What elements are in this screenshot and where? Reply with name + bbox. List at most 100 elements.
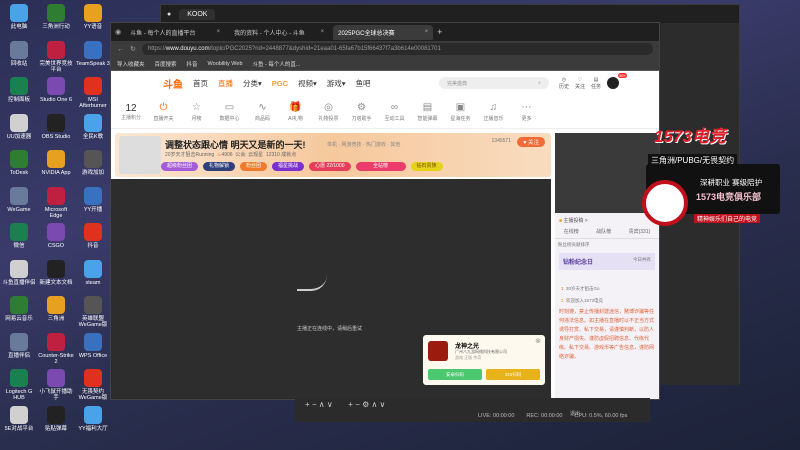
desktop-icon[interactable]: ToDesk [1, 150, 37, 176]
desktop-icon[interactable]: YY开播 [75, 186, 111, 213]
profile-icon[interactable]: ● [167, 11, 171, 18]
toolbar-item[interactable]: ⏻ 直播开关 [147, 102, 180, 122]
desktop-icon[interactable]: 贴贴弹幕 [38, 405, 74, 432]
nav-item[interactable]: 首页 [193, 78, 208, 89]
rank-item[interactable]: 2 欢迎加入1573电竞 [555, 292, 659, 304]
toolbar-item[interactable]: ▭ 数据中心 [213, 102, 246, 122]
desktop-icon[interactable]: 抖音 [75, 223, 111, 249]
bookmark[interactable]: 斗鱼 - 每个人的直... [253, 60, 301, 68]
badge[interactable]: 钻石贵族 [410, 162, 443, 171]
douyu-logo[interactable]: 斗鱼 [163, 76, 183, 91]
desktop-icon[interactable]: Logitech G HUB [1, 369, 37, 401]
nav-item[interactable]: 直播 [218, 78, 233, 89]
desktop-icon[interactable]: Counter-Strike 2 [38, 332, 74, 365]
desktop-icon[interactable]: WeGame [1, 186, 37, 213]
desktop-icon[interactable]: Studio One 6 [38, 77, 74, 103]
badge[interactable]: 礼物解锁 [203, 162, 236, 171]
desktop-icon[interactable]: steam [75, 259, 111, 286]
close-icon[interactable]: × [217, 29, 221, 35]
desktop-icon[interactable]: 网易云音乐 [1, 296, 37, 322]
toolbar-item[interactable]: ∿ 商品码 [246, 102, 279, 122]
tab-online-rank[interactable]: 在线榜 [564, 228, 579, 235]
bookmark[interactable]: Woobility Web [208, 61, 243, 67]
address-bar[interactable]: https://www.douyu.com/topic/PGC2025?rid=… [141, 43, 653, 55]
nav-item[interactable]: 游戏▾ [327, 78, 346, 89]
toolbar-item[interactable]: ▣ 星海任务 [444, 102, 477, 122]
desktop-icon[interactable]: 小飞鼠开播助手 [38, 369, 74, 401]
event-banner[interactable]: 钻粉纪念日 今日共有 [559, 253, 655, 270]
desktop-icon[interactable]: UU加速器 [1, 113, 37, 140]
video-player[interactable]: 主播正在连线中，请稍后重试 龙神之光 广州八九游网络科技有限公司 游戏 正版 传… [111, 179, 551, 399]
desktop-icon[interactable]: 微信 [1, 223, 37, 249]
desktop-icon[interactable]: 回收站 [1, 40, 37, 67]
tab-vip[interactable]: 贵宾(331) [629, 228, 651, 235]
close-icon[interactable]: × [425, 29, 429, 35]
desktop-icon[interactable]: 三角洲 [38, 296, 74, 322]
desktop-icon[interactable]: 斗鱼直播伴侣 [1, 259, 37, 286]
desktop-icon[interactable]: NVIDIA App [38, 150, 74, 176]
close-icon[interactable]: ⊗ [535, 337, 541, 345]
desktop-icon[interactable]: YY语音 [75, 4, 111, 30]
badge[interactable]: 粉丝团 [240, 162, 268, 171]
tab-pgc[interactable]: 2025PGC全球总决赛 × [333, 24, 434, 40]
rank-item[interactable]: 1 20岁天才狙击Go [555, 272, 659, 292]
tab-kook[interactable]: KOOK [179, 8, 216, 20]
desktop-icon[interactable]: 英雄联盟WeGame版 [75, 296, 111, 328]
badge[interactable]: 福星挑战 [272, 162, 305, 171]
nav-item[interactable]: PGC [272, 79, 288, 88]
desktop-icon[interactable]: 控制面板 [1, 77, 37, 103]
nav-item[interactable]: 鱼吧 [356, 78, 371, 89]
desktop-icon[interactable]: 新建文本文档 [38, 259, 74, 286]
toolbar-item[interactable]: ♫ 正版音乐 [477, 102, 510, 122]
desktop-icon[interactable]: 三角洲行动 [38, 4, 74, 30]
streamer-name[interactable]: 20岁天才狙击Running [165, 152, 214, 158]
desktop-icon[interactable]: 5E对战平台 [1, 405, 37, 432]
avatar[interactable]: 99+ [607, 72, 627, 89]
badge[interactable]: 心愿 22/1000 [309, 162, 351, 171]
desktop-icon[interactable]: TeamSpeak 3 [75, 40, 111, 67]
badge[interactable]: 全站榜 [355, 162, 406, 171]
toolbar-item[interactable]: ∞ 互动工具 [378, 102, 411, 122]
obs-scene-buttons[interactable]: + − ∧ ∨ + − ⚙ ∧ ∨ [295, 398, 650, 411]
search-input[interactable]: 完美盛典 ⌕ [438, 77, 549, 89]
history-button[interactable]: ◷ 历史 [559, 77, 569, 90]
desktop-icon[interactable]: 完美世界竞技平台 [38, 40, 74, 73]
desktop-icon[interactable]: 游戏加加 [75, 150, 111, 176]
stream-category[interactable]: 单机 · 网游竞技 · 热门游戏 · 其他 [327, 141, 400, 148]
tab-team-rank[interactable]: 战队榜 [596, 228, 611, 235]
desktop-icon[interactable]: YY福利大厅 [75, 405, 111, 432]
badge[interactable]: 超级粉丝团 [161, 162, 199, 171]
toolbar-item[interactable]: ◎ 礼物投票 [312, 102, 345, 122]
desktop-icon[interactable]: MSI Afterburner [75, 77, 111, 109]
follow-button[interactable]: ♥ 关注 [517, 137, 545, 147]
desktop-icon[interactable]: 全民K歌 [75, 113, 111, 140]
bookmark[interactable]: 导入收藏夹 [117, 60, 145, 68]
desktop-icon[interactable]: WPS Office [75, 332, 111, 359]
search-icon[interactable]: ⌕ [538, 80, 541, 86]
android-download-button[interactable]: 安卓扫码 [428, 369, 482, 380]
toolbar-item[interactable]: ⚙ 刀塔助手 [345, 102, 378, 122]
tab-profile[interactable]: 我的资料 - 个人中心 - 斗鱼 × [229, 25, 329, 40]
desktop-icon[interactable]: OBS Studio [38, 113, 74, 140]
task-button[interactable]: ▤ 任务 [591, 77, 601, 90]
follow-list-button[interactable]: ♡ 关注 [575, 77, 585, 90]
back-icon[interactable]: ← [117, 46, 124, 53]
bookmark[interactable]: 百度搜索 [155, 60, 177, 68]
ios-download-button[interactable]: iOS扫码 [486, 369, 540, 380]
desktop-icon[interactable]: 此电脑 [1, 4, 37, 30]
toolbar-item[interactable]: 🎁 AI礼物 [279, 102, 312, 122]
toolbar-item[interactable]: ⋯ 更多 [510, 102, 543, 122]
desktop-icon[interactable]: 直播伴侣 [1, 332, 37, 359]
streamer-avatar[interactable] [119, 136, 161, 174]
desktop-icon[interactable]: Microsoft Edge [38, 186, 74, 219]
nav-item[interactable]: 分类▾ [243, 78, 262, 89]
close-icon[interactable]: × [321, 29, 325, 35]
new-tab-button[interactable]: + [437, 27, 442, 37]
desktop-icon[interactable]: CSGO [38, 223, 74, 249]
reload-icon[interactable]: ↻ [130, 45, 136, 53]
bookmark[interactable]: 抖音 [187, 60, 198, 68]
toolbar-item[interactable]: ☆ 月榜 [180, 102, 213, 122]
tab-douyu-home[interactable]: 斗鱼 - 每个人的直播平台 × [125, 25, 225, 40]
profile-icon[interactable]: ◉ [115, 28, 121, 36]
toolbar-item[interactable]: ▤ 智能弹幕 [411, 102, 444, 122]
